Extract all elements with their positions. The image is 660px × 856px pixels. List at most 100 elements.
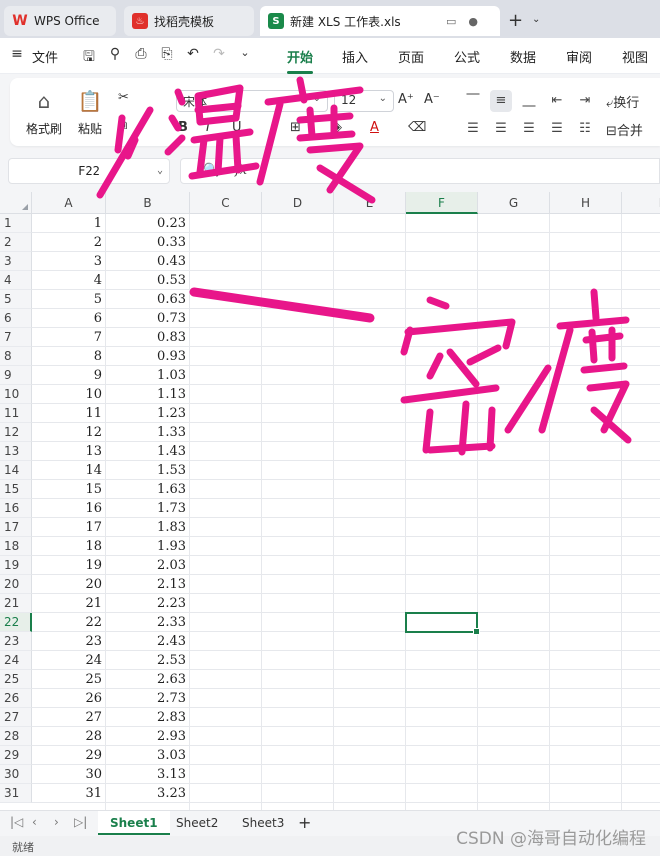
tab-formula[interactable]: 公式 (454, 47, 480, 66)
bold-button[interactable]: B (178, 120, 188, 135)
row-header[interactable]: 25 (0, 670, 32, 689)
border-icon[interactable]: ⊞ (290, 120, 301, 135)
align-middle-icon[interactable]: ≡ (490, 90, 512, 112)
outdent-icon[interactable]: ⇤ (546, 90, 568, 112)
cell-b[interactable]: 0.53 (106, 271, 190, 290)
file-menu[interactable]: 文件 (32, 47, 58, 66)
cell-b[interactable]: 1.13 (106, 385, 190, 404)
tab-wps-office[interactable]: W WPS Office (4, 6, 116, 36)
next-sheet-icon[interactable]: › (54, 815, 59, 829)
prev-sheet-icon[interactable]: ‹ (32, 815, 37, 829)
cell-a[interactable]: 30 (32, 765, 106, 784)
row-header[interactable]: 6 (0, 309, 32, 328)
cell-b[interactable]: 2.73 (106, 689, 190, 708)
tab-home[interactable]: 开始 (287, 47, 314, 74)
tab-review[interactable]: 审阅 (566, 47, 592, 66)
wrap-text-button[interactable]: ⤶换行 (606, 92, 639, 111)
row-header[interactable]: 5 (0, 290, 32, 309)
chevron-down-icon[interactable]: ⌄ (532, 14, 540, 25)
row-header[interactable]: 18 (0, 537, 32, 556)
font-name-select[interactable]: 宋体 ⌄ (176, 90, 328, 112)
cell-a[interactable]: 28 (32, 727, 106, 746)
row-header[interactable]: 15 (0, 480, 32, 499)
tab-controls-icon[interactable]: ▭● (446, 15, 490, 28)
cell-a[interactable]: 23 (32, 632, 106, 651)
cell-b[interactable]: 3.23 (106, 784, 190, 803)
row-header[interactable]: 3 (0, 252, 32, 271)
align-center-icon[interactable]: ☰ (490, 118, 512, 140)
column-header-b[interactable]: B (106, 192, 190, 214)
fx-icon[interactable]: fx (235, 163, 247, 178)
cell-a[interactable]: 5 (32, 290, 106, 309)
tab-data[interactable]: 数据 (510, 47, 536, 66)
row-header[interactable]: 4 (0, 271, 32, 290)
select-all-corner[interactable] (0, 192, 32, 214)
merge-button[interactable]: ⊟合并 (606, 120, 643, 139)
row-header[interactable]: 28 (0, 727, 32, 746)
sheet-tab-1[interactable]: Sheet1 (98, 811, 170, 835)
cell-b[interactable]: 1.23 (106, 404, 190, 423)
row-header[interactable]: 22 (0, 613, 32, 632)
column-header-e[interactable]: E (334, 192, 406, 214)
print-preview-icon[interactable]: ⎘ (158, 46, 176, 64)
cell-a[interactable]: 31 (32, 784, 106, 803)
row-header[interactable]: 1 (0, 214, 32, 233)
align-left-icon[interactable]: ☰ (462, 118, 484, 140)
cell-a[interactable]: 24 (32, 651, 106, 670)
tab-page[interactable]: 页面 (398, 47, 424, 66)
zoom-icon[interactable]: 🔍 (203, 163, 219, 178)
cell-b[interactable]: 1.03 (106, 366, 190, 385)
cell-a[interactable]: 12 (32, 423, 106, 442)
column-header-c[interactable]: C (190, 192, 262, 214)
row-header[interactable]: 11 (0, 404, 32, 423)
cell-a[interactable]: 7 (32, 328, 106, 347)
formula-input[interactable]: 🔍 fx (180, 158, 660, 184)
cell-a[interactable]: 14 (32, 461, 106, 480)
cell-a[interactable]: 17 (32, 518, 106, 537)
cell-a[interactable]: 6 (32, 309, 106, 328)
row-header[interactable]: 30 (0, 765, 32, 784)
format-painter-button[interactable]: ⌂ 格式刷 (24, 88, 64, 137)
row-header[interactable]: 9 (0, 366, 32, 385)
row-header[interactable]: 20 (0, 575, 32, 594)
align-top-icon[interactable]: ⎺ (462, 90, 484, 112)
row-header[interactable]: 13 (0, 442, 32, 461)
cell-b[interactable]: 1.93 (106, 537, 190, 556)
row-header[interactable]: 23 (0, 632, 32, 651)
cell-b[interactable]: 2.63 (106, 670, 190, 689)
cell-b[interactable]: 3.03 (106, 746, 190, 765)
cell-a[interactable]: 26 (32, 689, 106, 708)
cell-a[interactable]: 27 (32, 708, 106, 727)
add-sheet-icon[interactable]: + (298, 813, 311, 832)
italic-button[interactable]: I (206, 120, 210, 135)
cell-b[interactable]: 2.23 (106, 594, 190, 613)
cell-a[interactable]: 15 (32, 480, 106, 499)
cell-a[interactable]: 9 (32, 366, 106, 385)
font-color-icon[interactable]: A (370, 120, 379, 135)
cut-icon[interactable]: ✂ (118, 90, 129, 105)
tab-template[interactable]: ♨ 找稻壳模板 (124, 6, 254, 36)
cell-b[interactable]: 3.13 (106, 765, 190, 784)
decrease-font-icon[interactable]: A⁻ (424, 92, 440, 107)
row-header[interactable]: 31 (0, 784, 32, 803)
row-header[interactable]: 24 (0, 651, 32, 670)
row-header[interactable]: 12 (0, 423, 32, 442)
row-header[interactable]: 16 (0, 499, 32, 518)
share-icon[interactable]: ⚲ (106, 46, 124, 64)
underline-button[interactable]: U (232, 120, 242, 135)
cell-a[interactable]: 19 (32, 556, 106, 575)
cell-b[interactable]: 1.33 (106, 423, 190, 442)
cell-b[interactable]: 1.63 (106, 480, 190, 499)
row-header[interactable]: 27 (0, 708, 32, 727)
cell-a[interactable]: 21 (32, 594, 106, 613)
increase-font-icon[interactable]: A⁺ (398, 92, 414, 107)
row-header[interactable]: 29 (0, 746, 32, 765)
save-icon[interactable]: 🖫 (80, 46, 98, 65)
undo-icon[interactable]: ↶ (184, 46, 202, 64)
row-header[interactable]: 14 (0, 461, 32, 480)
cell-b[interactable]: 0.83 (106, 328, 190, 347)
column-header-d[interactable]: D (262, 192, 334, 214)
column-header-h[interactable]: H (550, 192, 622, 214)
cell-b[interactable]: 2.93 (106, 727, 190, 746)
distribute-icon[interactable]: ☷ (574, 118, 596, 140)
